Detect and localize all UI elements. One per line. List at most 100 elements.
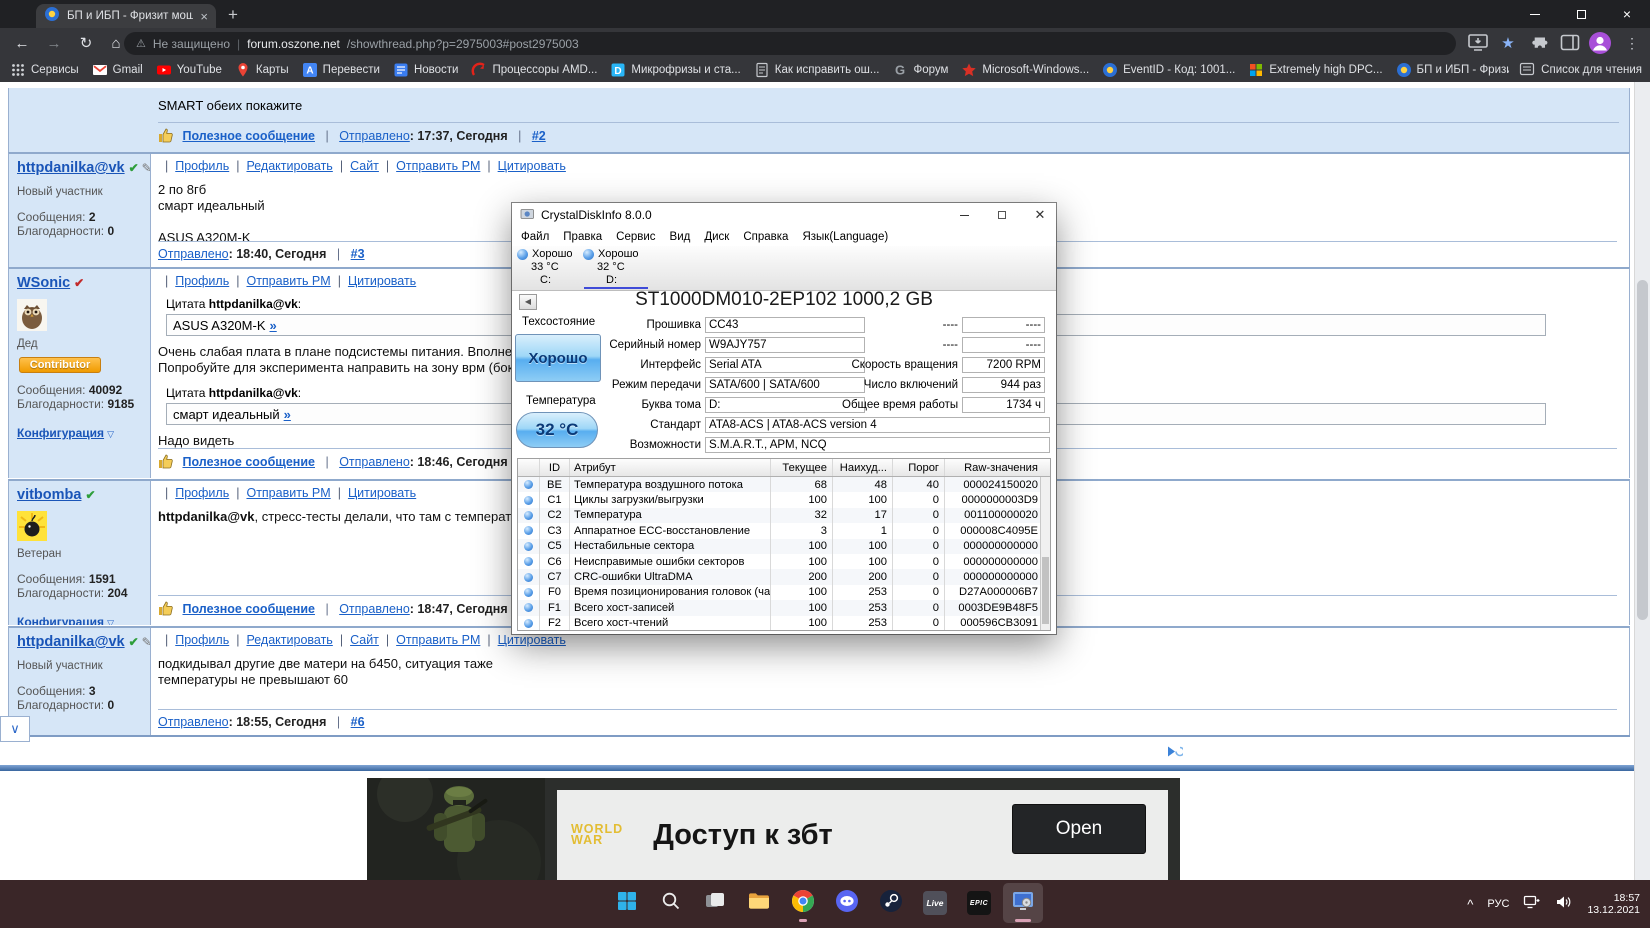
post-action-link[interactable]: Профиль [158, 274, 229, 288]
msi-live-button[interactable]: Live [915, 883, 955, 923]
browser-menu-icon[interactable]: ⋮ [1620, 31, 1644, 55]
tray-chevron-icon[interactable]: ^ [1467, 897, 1473, 912]
menu-item[interactable]: Файл [514, 231, 556, 243]
post-action-link[interactable]: Отправить PM [379, 159, 480, 173]
post-action-link[interactable]: Цитировать [480, 159, 566, 173]
bookmark-item[interactable]: A Перевести [302, 62, 380, 78]
steam-button[interactable] [871, 883, 911, 923]
bookmark-item[interactable]: D Микрофризы и ста... [610, 62, 741, 78]
username-link[interactable]: vitbomba [17, 487, 81, 503]
sent-link[interactable]: Отправлено [158, 715, 229, 729]
bookmark-item[interactable]: YouTube [156, 62, 222, 78]
profile-avatar[interactable] [1588, 31, 1612, 55]
post-action-link[interactable]: Профиль [158, 486, 229, 500]
window-close-button[interactable]: × [1604, 0, 1650, 28]
smart-table-row[interactable]: C7 CRC-ошибки UltraDMA 200 200 0 0000000… [518, 569, 1050, 585]
cdi-minimize-button[interactable] [948, 203, 980, 227]
clock[interactable]: 18:57 13.12.2021 [1587, 892, 1640, 917]
epic-games-button[interactable]: EPIC [959, 883, 999, 923]
menu-item[interactable]: Вид [663, 231, 698, 243]
bookmark-item[interactable]: БП и ИБП - Фризит... [1396, 62, 1526, 78]
smart-table-row[interactable]: C1 Циклы загрузки/выгрузки 100 100 0 000… [518, 492, 1050, 508]
menu-item[interactable]: Сервис [609, 231, 662, 243]
discord-button[interactable] [827, 883, 867, 923]
start-button[interactable] [607, 883, 647, 923]
avatar[interactable] [17, 511, 144, 546]
username-link[interactable]: WSonic [17, 275, 70, 291]
bookmark-star-icon[interactable]: ★ [1496, 31, 1520, 55]
address-bar[interactable]: ⚠ Не защищено | forum.oszone.net/showthr… [124, 32, 1456, 55]
useful-message-link[interactable]: Полезное сообщение [182, 129, 315, 143]
bookmark-item[interactable]: Новости [393, 62, 458, 78]
reload-icon[interactable]: ↻ [72, 28, 100, 58]
avatar[interactable] [17, 299, 144, 336]
crystaldiskinfo-button[interactable] [1003, 883, 1043, 923]
smart-table-row[interactable]: C3 Аппаратное ECC-восстановление 3 1 0 0… [518, 523, 1050, 539]
volume-icon[interactable] [1555, 894, 1573, 915]
post-action-link[interactable]: Сайт [333, 159, 379, 173]
side-panel-icon[interactable] [1558, 31, 1582, 55]
post-action-link[interactable]: Цитировать [331, 274, 416, 288]
smart-table-row[interactable]: C6 Неисправимые ошибки секторов 100 100 … [518, 553, 1050, 570]
bookmark-item[interactable]: Microsoft-Windows... [961, 62, 1089, 78]
cdi-maximize-button[interactable] [986, 203, 1018, 227]
post-number-link[interactable]: #2 [532, 129, 546, 143]
post-action-link[interactable]: Отправить PM [229, 274, 330, 288]
menu-item[interactable]: Правка [556, 231, 609, 243]
tab-close-icon[interactable]: × [200, 9, 208, 24]
smart-table-row[interactable]: C2 Температура 32 17 0 001100000020 [518, 507, 1050, 524]
page-scrollbar[interactable] [1634, 82, 1650, 880]
chrome-button[interactable] [783, 883, 823, 923]
drive-tab-c[interactable]: Хорошо 33 °C C: [516, 248, 582, 290]
bookmark-item[interactable]: EventID - Код: 1001... [1102, 62, 1235, 78]
smart-table-row[interactable]: C5 Нестабильные сектора 100 100 0 000000… [518, 538, 1050, 554]
bookmark-item[interactable]: Как исправить ош... [754, 62, 879, 78]
ad-banner[interactable]: WORLD WAR Доступ к збт Open [367, 778, 1180, 880]
bookmark-item[interactable]: G Форум [892, 62, 948, 78]
post-action-link[interactable]: Отправить PM [229, 486, 330, 500]
post-action-link[interactable]: Редактировать [229, 633, 332, 647]
drive-tab-d[interactable]: Хорошо 32 °C D: [582, 248, 648, 290]
post-action-link[interactable]: Сайт [333, 633, 379, 647]
sent-link[interactable]: Отправлено [339, 455, 410, 469]
sent-link[interactable]: Отправлено [339, 602, 410, 616]
scrollbar-thumb[interactable] [1637, 280, 1648, 620]
post-number-link[interactable]: #3 [351, 247, 365, 261]
smart-table-row[interactable]: F1 Всего хост-записей 100 253 0 0003DE9B… [518, 600, 1050, 616]
new-tab-button[interactable]: + [228, 4, 238, 26]
quote-expand-link[interactable]: » [284, 407, 291, 422]
post-action-link[interactable]: Цитировать [331, 486, 416, 500]
menu-item[interactable]: Язык(Language) [795, 231, 895, 243]
install-page-icon[interactable] [1466, 31, 1490, 55]
username-link[interactable]: httpdanilka@vk [17, 634, 125, 650]
ad-open-button[interactable]: Open [1012, 804, 1146, 854]
file-explorer-button[interactable] [739, 883, 779, 923]
post-action-link[interactable]: Профиль [158, 633, 229, 647]
post-action-link[interactable]: Цитировать [480, 633, 566, 647]
smart-table-row[interactable]: BE Температура воздушного потока 68 48 4… [518, 477, 1050, 493]
cdi-close-button[interactable]: ✕ [1024, 203, 1056, 227]
window-maximize-button[interactable] [1558, 0, 1604, 28]
post-action-link[interactable]: Отправить PM [379, 633, 480, 647]
window-minimize-button[interactable] [1512, 0, 1558, 28]
config-link[interactable]: Конфигурация [17, 426, 104, 440]
post-action-link[interactable]: Профиль [158, 159, 229, 173]
quote-expand-link[interactable]: » [270, 318, 277, 333]
cdi-titlebar[interactable]: CrystalDiskInfo 8.0.0 ✕ [512, 203, 1056, 227]
post-number-link[interactable]: #6 [351, 715, 365, 729]
useful-message-link[interactable]: Полезное сообщение [182, 602, 315, 616]
smart-table-row[interactable]: F0 Время позиционирования головок (часы)… [518, 584, 1050, 601]
username-link[interactable]: httpdanilka@vk [17, 160, 125, 176]
post-action-link[interactable]: Редактировать [229, 159, 332, 173]
useful-message-link[interactable]: Полезное сообщение [182, 455, 315, 469]
back-icon[interactable]: ← [8, 28, 36, 58]
forward-icon[interactable]: → [40, 28, 68, 58]
menu-item[interactable]: Справка [736, 231, 795, 243]
search-button[interactable] [651, 883, 691, 923]
network-icon[interactable] [1523, 894, 1541, 915]
bookmark-item[interactable]: Сервисы [10, 62, 79, 78]
bookmark-item[interactable]: Gmail [92, 62, 143, 78]
sent-link[interactable]: Отправлено [158, 247, 229, 261]
sent-link[interactable]: Отправлено [339, 129, 410, 143]
extensions-icon[interactable] [1528, 31, 1552, 55]
